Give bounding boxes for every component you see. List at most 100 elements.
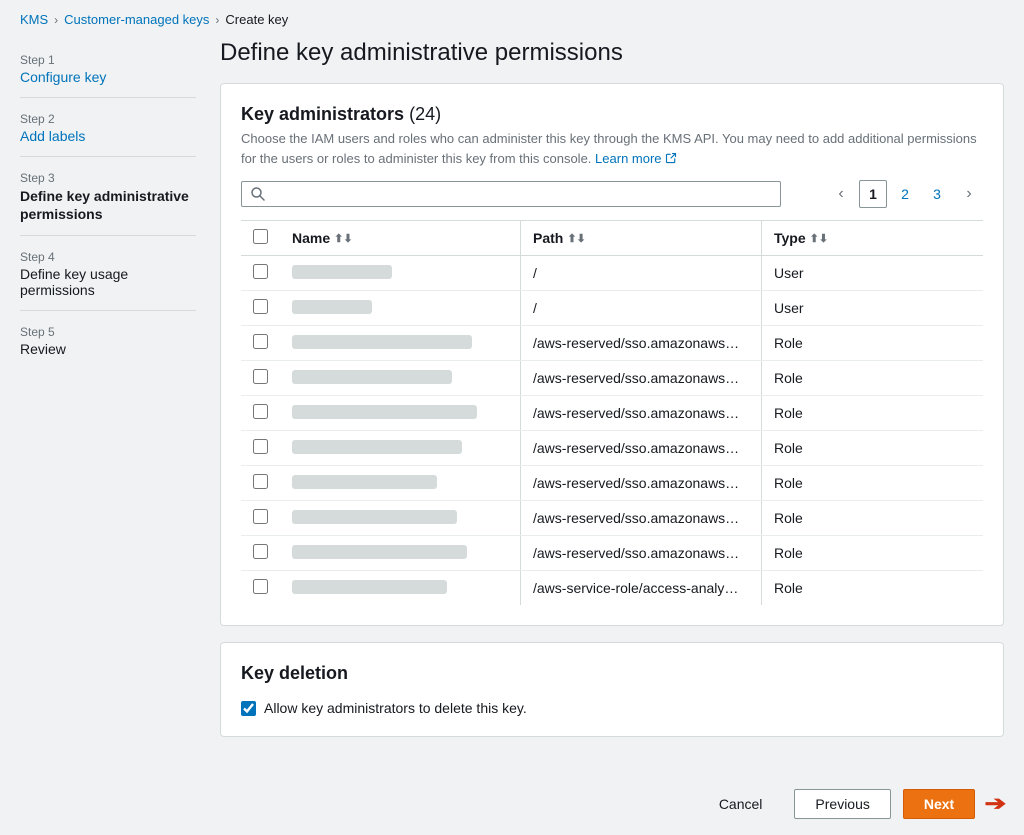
row-checkbox-3[interactable] xyxy=(253,369,268,384)
row-name-cell xyxy=(280,361,520,396)
sidebar-step-5: Step 5 Review xyxy=(20,325,196,357)
row-checkbox-7[interactable] xyxy=(253,509,268,524)
row-path-cell: /aws-reserved/sso.amazonaws… xyxy=(521,536,761,571)
row-checkbox-cell xyxy=(241,431,280,466)
row-path-cell: /aws-reserved/sso.amazonaws… xyxy=(521,361,761,396)
sidebar-step-2-label: Step 2 xyxy=(20,112,196,126)
row-type-cell: User xyxy=(762,291,983,326)
footer: Cancel Previous Next ➔ xyxy=(0,773,1024,835)
row-name-cell xyxy=(280,501,520,536)
sidebar-step-3-text: Define key administrative permissions xyxy=(20,187,196,223)
search-box[interactable] xyxy=(241,181,781,207)
row-checkbox-0[interactable] xyxy=(253,264,268,279)
cancel-button[interactable]: Cancel xyxy=(699,790,783,818)
row-checkbox-cell xyxy=(241,291,280,326)
sidebar-step-1-link[interactable]: Configure key xyxy=(20,69,106,85)
row-name-placeholder xyxy=(292,475,437,489)
th-path[interactable]: Path ⬆⬇ xyxy=(521,221,761,256)
table-row: /aws-reserved/sso.amazonaws… Role xyxy=(241,396,983,431)
sidebar-step-5-text: Review xyxy=(20,341,196,357)
breadcrumb-kms[interactable]: KMS xyxy=(20,12,48,27)
administrators-count: (24) xyxy=(409,104,441,124)
row-name-placeholder xyxy=(292,440,462,454)
pagination-next-arrow[interactable]: › xyxy=(955,180,983,208)
row-type-cell: Role xyxy=(762,536,983,571)
pagination-page-1[interactable]: 1 xyxy=(859,180,887,208)
row-name-placeholder xyxy=(292,510,457,524)
page-title: Define key administrative permissions xyxy=(220,39,1004,67)
pagination-page-2[interactable]: 2 xyxy=(891,180,919,208)
th-type[interactable]: Type ⬆⬇ xyxy=(762,221,983,256)
row-checkbox-cell xyxy=(241,326,280,361)
breadcrumb-sep-1: › xyxy=(54,13,58,27)
row-checkbox-2[interactable] xyxy=(253,334,268,349)
sidebar-step-1-label: Step 1 xyxy=(20,53,196,67)
sidebar: Step 1 Configure key Step 2 Add labels S… xyxy=(20,39,220,753)
row-checkbox-8[interactable] xyxy=(253,544,268,559)
row-name-cell xyxy=(280,396,520,431)
allow-deletion-checkbox[interactable] xyxy=(241,701,256,716)
row-checkbox-1[interactable] xyxy=(253,299,268,314)
row-name-placeholder xyxy=(292,580,447,594)
row-name-cell xyxy=(280,291,520,326)
table-row: /aws-service-role/access-analy… Role xyxy=(241,571,983,606)
row-type-cell: Role xyxy=(762,501,983,536)
pagination-page-3[interactable]: 3 xyxy=(923,180,951,208)
table-row: / User xyxy=(241,291,983,326)
row-checkbox-5[interactable] xyxy=(253,439,268,454)
key-administrators-card: Key administrators (24) Choose the IAM u… xyxy=(220,83,1004,626)
sidebar-step-5-label: Step 5 xyxy=(20,325,196,339)
learn-more-link[interactable]: Learn more xyxy=(595,149,676,169)
sidebar-divider-1 xyxy=(20,97,196,98)
row-type-cell: Role xyxy=(762,326,983,361)
row-checkbox-cell xyxy=(241,571,280,606)
sidebar-divider-3 xyxy=(20,235,196,236)
row-name-cell xyxy=(280,466,520,501)
administrators-description: Choose the IAM users and roles who can a… xyxy=(241,129,983,168)
pagination: ‹ 1 2 3 › xyxy=(827,180,983,208)
sidebar-step-1: Step 1 Configure key xyxy=(20,53,196,85)
sidebar-step-4: Step 4 Define key usage permissions xyxy=(20,250,196,298)
row-name-placeholder xyxy=(292,335,472,349)
row-checkbox-6[interactable] xyxy=(253,474,268,489)
sidebar-step-4-text: Define key usage permissions xyxy=(20,266,196,298)
sidebar-divider-4 xyxy=(20,310,196,311)
table-row: /aws-reserved/sso.amazonaws… Role xyxy=(241,361,983,396)
pagination-prev-arrow[interactable]: ‹ xyxy=(827,180,855,208)
previous-button[interactable]: Previous xyxy=(794,789,890,819)
path-sort-icon: ⬆⬇ xyxy=(567,232,585,245)
allow-deletion-label[interactable]: Allow key administrators to delete this … xyxy=(264,700,527,716)
row-path-cell: / xyxy=(521,256,761,291)
row-name-cell xyxy=(280,256,520,291)
next-button[interactable]: Next xyxy=(903,789,975,819)
row-name-cell xyxy=(280,326,520,361)
th-name[interactable]: Name ⬆⬇ xyxy=(280,221,520,256)
breadcrumb-create-key: Create key xyxy=(225,12,288,27)
next-arrow-indicator: ➔ xyxy=(985,794,1007,814)
table-row: /aws-reserved/sso.amazonaws… Role xyxy=(241,536,983,571)
deletion-section-title: Key deletion xyxy=(241,663,983,684)
row-path-cell: / xyxy=(521,291,761,326)
table-row: /aws-reserved/sso.amazonaws… Role xyxy=(241,501,983,536)
select-all-checkbox[interactable] xyxy=(253,229,268,244)
allow-deletion-row: Allow key administrators to delete this … xyxy=(241,700,983,716)
row-name-placeholder xyxy=(292,405,477,419)
breadcrumb-customer-managed-keys[interactable]: Customer-managed keys xyxy=(64,12,209,27)
row-checkbox-4[interactable] xyxy=(253,404,268,419)
row-name-cell xyxy=(280,431,520,466)
row-checkbox-cell xyxy=(241,501,280,536)
row-path-cell: /aws-reserved/sso.amazonaws… xyxy=(521,431,761,466)
sidebar-step-2-link[interactable]: Add labels xyxy=(20,128,85,144)
search-input[interactable] xyxy=(272,186,772,202)
row-name-placeholder xyxy=(292,545,467,559)
sidebar-divider-2 xyxy=(20,156,196,157)
row-checkbox-9[interactable] xyxy=(253,579,268,594)
row-name-cell xyxy=(280,536,520,571)
breadcrumb: KMS › Customer-managed keys › Create key xyxy=(0,0,1024,39)
type-sort-icon: ⬆⬇ xyxy=(810,232,828,245)
row-checkbox-cell xyxy=(241,396,280,431)
external-link-icon xyxy=(665,152,677,164)
sidebar-step-3-label: Step 3 xyxy=(20,171,196,185)
row-checkbox-cell xyxy=(241,466,280,501)
administrators-section-title: Key administrators (24) xyxy=(241,104,983,125)
